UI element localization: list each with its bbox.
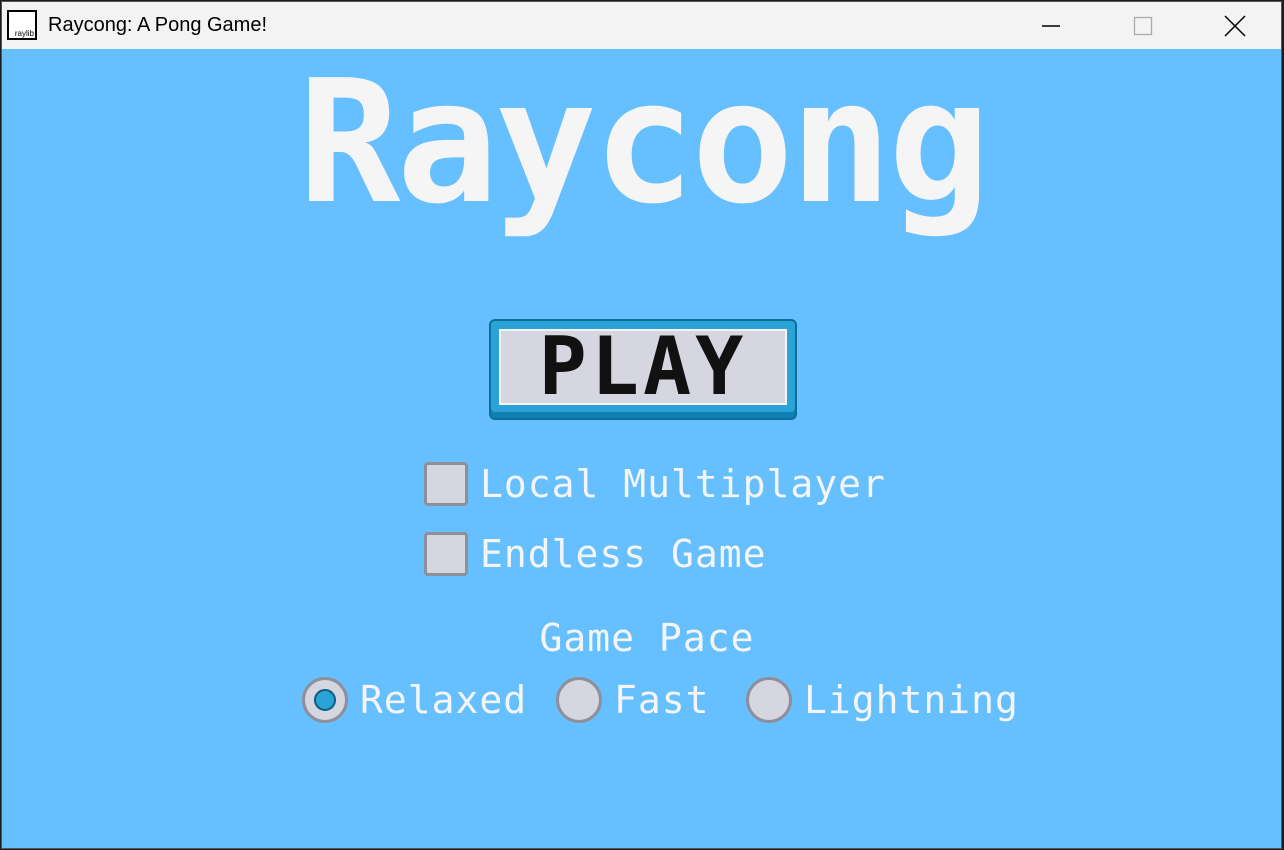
raylib-app-icon: raylib [7, 10, 37, 40]
game-pace-heading: Game Pace [539, 616, 755, 660]
radio-selected-indicator [314, 689, 336, 711]
window-title: Raycong: A Pong Game! [48, 14, 268, 36]
relaxed-radio[interactable] [302, 677, 348, 723]
fast-radio[interactable] [556, 677, 602, 723]
endless-game-label: Endless Game [480, 532, 767, 576]
maximize-icon [1133, 16, 1153, 35]
play-button-label: PLAY [538, 320, 748, 413]
fast-label: Fast [614, 678, 710, 722]
play-button[interactable]: PLAY [489, 319, 797, 420]
local-multiplayer-label: Local Multiplayer [480, 462, 886, 506]
relaxed-label: Relaxed [360, 678, 528, 722]
game-title-logo: Raycong [298, 44, 990, 242]
local-multiplayer-checkbox[interactable] [424, 462, 468, 506]
pace-option-relaxed[interactable]: Relaxed [302, 676, 527, 724]
app-icon-label: raylib [14, 29, 34, 38]
close-icon [1224, 14, 1246, 37]
close-button[interactable] [1212, 2, 1258, 49]
lightning-radio[interactable] [746, 677, 792, 723]
minimize-button[interactable] [1028, 2, 1074, 49]
endless-game-option[interactable]: Endless Game [424, 530, 767, 578]
game-window: raylib Raycong: A Pong Game! Raycong PLA… [1, 1, 1282, 849]
lightning-label: Lightning [804, 678, 1019, 722]
maximize-button[interactable] [1120, 2, 1166, 49]
play-button-face: PLAY [499, 320, 787, 413]
minimize-icon [1042, 24, 1060, 27]
pace-option-fast[interactable]: Fast [556, 676, 710, 724]
local-multiplayer-option[interactable]: Local Multiplayer [424, 460, 886, 508]
endless-game-checkbox[interactable] [424, 532, 468, 576]
pace-option-lightning[interactable]: Lightning [746, 676, 1019, 724]
window-titlebar[interactable]: raylib Raycong: A Pong Game! [2, 2, 1281, 49]
